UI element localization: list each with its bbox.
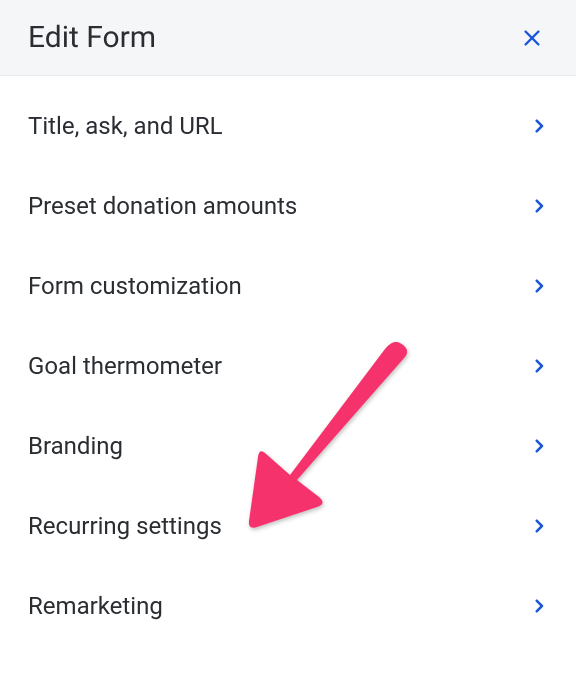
menu-item-goal-thermometer[interactable]: Goal thermometer: [0, 326, 576, 406]
menu-item-form-customization[interactable]: Form customization: [0, 246, 576, 326]
menu-item-remarketing[interactable]: Remarketing: [0, 566, 576, 646]
chevron-right-icon: [530, 197, 548, 215]
close-icon: [521, 27, 543, 49]
chevron-right-icon: [530, 117, 548, 135]
chevron-right-icon: [530, 517, 548, 535]
page-title: Edit Form: [28, 20, 156, 55]
settings-menu: Title, ask, and URL Preset donation amou…: [0, 76, 576, 656]
menu-item-label: Title, ask, and URL: [28, 112, 223, 140]
menu-item-label: Form customization: [28, 272, 242, 300]
chevron-right-icon: [530, 597, 548, 615]
chevron-right-icon: [530, 357, 548, 375]
chevron-right-icon: [530, 437, 548, 455]
close-button[interactable]: [516, 22, 548, 54]
menu-item-label: Branding: [28, 432, 123, 460]
menu-item-label: Preset donation amounts: [28, 192, 297, 220]
menu-item-branding[interactable]: Branding: [0, 406, 576, 486]
menu-item-label: Goal thermometer: [28, 352, 222, 380]
menu-item-title-ask-url[interactable]: Title, ask, and URL: [0, 86, 576, 166]
menu-item-recurring-settings[interactable]: Recurring settings: [0, 486, 576, 566]
menu-item-label: Recurring settings: [28, 512, 222, 540]
menu-item-label: Remarketing: [28, 592, 163, 620]
panel-header: Edit Form: [0, 0, 576, 76]
chevron-right-icon: [530, 277, 548, 295]
menu-item-preset-donation-amounts[interactable]: Preset donation amounts: [0, 166, 576, 246]
